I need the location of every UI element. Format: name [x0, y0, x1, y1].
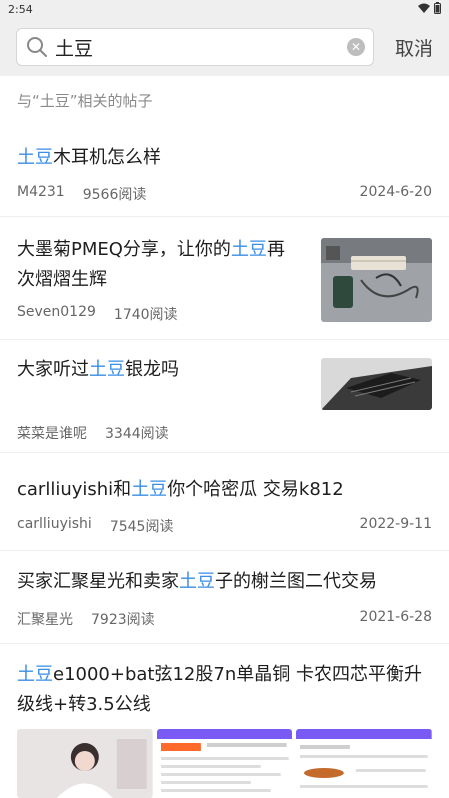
- post-title: 买家汇聚星光和卖家土豆子的榭兰图二代交易: [17, 571, 377, 592]
- post-title: carlliuyishi和土豆你个哈密瓜 交易k812: [17, 479, 344, 500]
- clear-icon[interactable]: ✕: [347, 38, 365, 56]
- post-reads: 9566阅读: [82, 187, 147, 203]
- post-date: 2024-6-20: [359, 184, 432, 200]
- post-title: 大墨菊PMEQ分享，让你的土豆再次熠熠生辉: [17, 239, 285, 290]
- status-icons: [418, 1, 441, 17]
- post-thumbnail[interactable]: [321, 358, 432, 410]
- post-meta: 菜菜是谁呢 3344阅读: [17, 423, 169, 443]
- status-time: 2:54: [8, 2, 33, 16]
- post-image[interactable]: [17, 729, 153, 798]
- cancel-button[interactable]: 取消: [395, 34, 433, 61]
- battery-icon: [434, 1, 441, 17]
- post-meta: M4231 9566阅读: [17, 184, 146, 204]
- post-author: Seven0129: [17, 304, 96, 320]
- post-reads: 7923阅读: [91, 612, 155, 628]
- post-item[interactable]: carlliuyishi和土豆你个哈密瓜 交易k812 carlliuyishi…: [0, 453, 449, 551]
- post-author: M4231: [17, 184, 65, 200]
- search-header: ✕ 取消: [0, 18, 449, 76]
- post-item[interactable]: 土豆木耳机怎么样 M4231 9566阅读 2024-6-20: [0, 130, 449, 217]
- post-image-strip: [17, 729, 433, 798]
- wifi-icon: [418, 3, 430, 16]
- post-reads: 1740阅读: [113, 307, 178, 323]
- search-input[interactable]: [55, 36, 347, 58]
- post-item[interactable]: 大家听过土豆银龙吗 菜菜是谁呢 3344阅读: [0, 340, 449, 453]
- status-bar: 2:54: [0, 0, 449, 18]
- context-label: 与“土豆”相关的帖子: [17, 92, 153, 110]
- search-box[interactable]: ✕: [16, 28, 374, 66]
- search-icon: [25, 35, 49, 59]
- post-title: 大家听过土豆银龙吗: [17, 359, 179, 380]
- post-item[interactable]: 大墨菊PMEQ分享，让你的土豆再次熠熠生辉 Seven0129 1740阅读: [0, 217, 449, 340]
- post-date: 2022-9-11: [359, 516, 432, 532]
- post-author: 菜菜是谁呢: [17, 426, 87, 442]
- post-meta: carlliuyishi 7545阅读: [17, 516, 173, 536]
- post-author: carlliuyishi: [17, 516, 92, 532]
- post-title: 土豆e1000+bat弦12股7n单晶铜 卡农四芯平衡升级线+转3.5公线: [17, 664, 422, 715]
- post-meta: Seven0129 1740阅读: [17, 304, 178, 324]
- post-thumbnail[interactable]: [321, 238, 432, 322]
- post-author: 汇聚星光: [17, 612, 73, 628]
- post-image[interactable]: [296, 729, 433, 798]
- post-reads: 7545阅读: [109, 519, 174, 535]
- post-image[interactable]: [156, 729, 293, 798]
- post-title: 土豆木耳机怎么样: [17, 147, 161, 168]
- post-reads: 3344阅读: [105, 426, 169, 442]
- post-item[interactable]: 买家汇聚星光和卖家土豆子的榭兰图二代交易 汇聚星光 7923阅读 2021-6-…: [0, 551, 449, 644]
- post-meta: 汇聚星光 7923阅读: [17, 609, 155, 629]
- post-date: 2021-6-28: [359, 609, 432, 625]
